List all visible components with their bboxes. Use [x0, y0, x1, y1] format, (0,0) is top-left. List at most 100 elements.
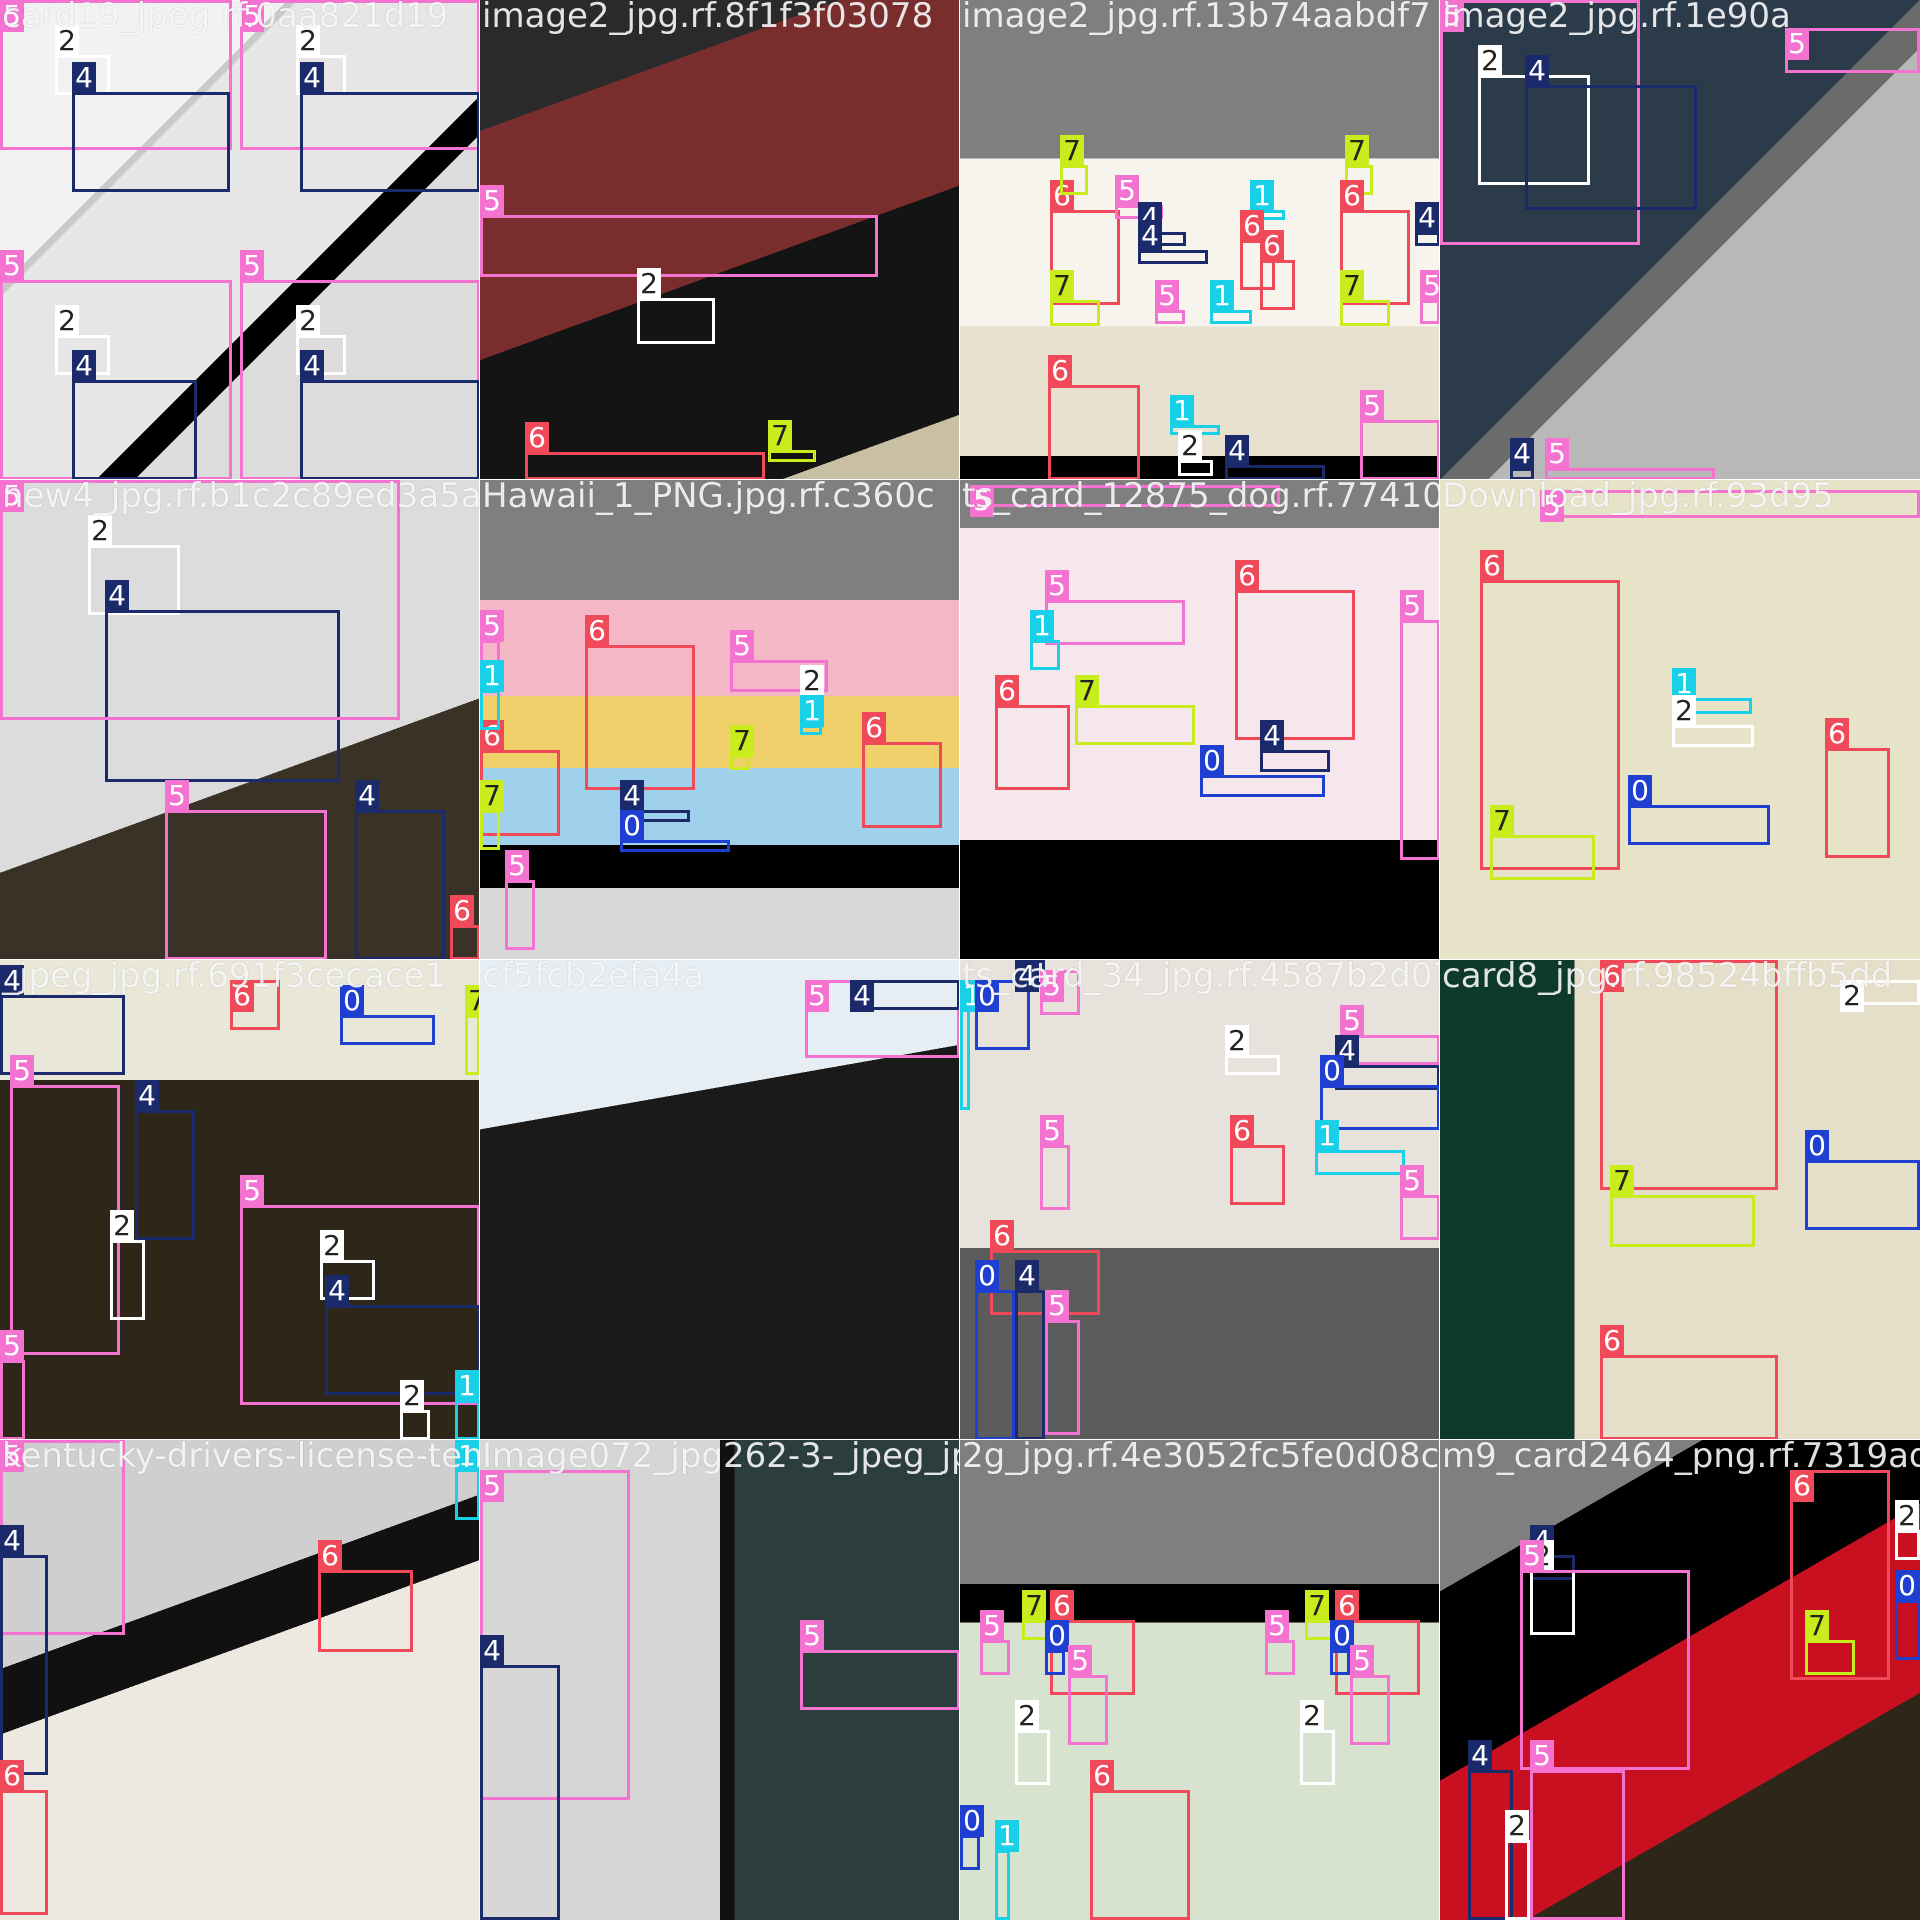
- bounding-box-class-6: 6: [1825, 718, 1890, 858]
- bounding-box-label: 5: [1040, 1115, 1064, 1147]
- bounding-box-class-1: 1: [960, 980, 984, 1110]
- bounding-box-class-0: 0: [975, 1260, 1015, 1440]
- bounding-box-label: 6: [1260, 230, 1284, 262]
- bounding-box-class-6: 6: [862, 712, 942, 828]
- bounding-box-class-2: 2: [1895, 1500, 1920, 1560]
- bounding-box-label: 1: [455, 1370, 479, 1402]
- bounding-box-class-2: 2: [400, 1380, 430, 1440]
- bounding-box-class-5: 5: [800, 1620, 960, 1710]
- bounding-box-class-4: 4: [1525, 55, 1697, 210]
- bounding-box-class-2: 2: [1015, 1700, 1050, 1785]
- bounding-box-label: 5: [0, 1330, 24, 1362]
- bounding-box-label: 4: [72, 350, 96, 382]
- bounding-box-class-1: 1: [1030, 610, 1060, 670]
- bounding-box-label: 7: [730, 725, 754, 757]
- bounding-box-label: 4: [1468, 1740, 1492, 1772]
- bounding-box-class-1: 1: [1315, 1120, 1405, 1175]
- bounding-box-class-4: 4: [1138, 220, 1208, 264]
- bounding-box-label: 0: [1320, 1055, 1344, 1087]
- bounding-box-label: 6: [1600, 1325, 1624, 1357]
- bounding-box-label: 4: [1015, 960, 1039, 992]
- bounding-box-label: 0: [1805, 1130, 1829, 1162]
- bounding-box-label: 0: [960, 1805, 984, 1837]
- bounding-box-label: 5: [480, 185, 504, 217]
- bounding-box-label: 4: [355, 780, 379, 812]
- bounding-box-class-6: 6: [1090, 1760, 1190, 1920]
- detection-mosaic: 5 2 4 5 2 4 5 2 4 5 2 4 card19_jpeg.rf.0aa821d19 5 2 6 7…: [0, 0, 1920, 1920]
- bounding-box-label: 4: [1415, 202, 1439, 234]
- bounding-box-label: 2: [1840, 980, 1864, 1012]
- bounding-box-label: 4: [0, 965, 24, 997]
- bounding-box-label: 0: [1895, 1570, 1919, 1602]
- bounding-box-class-5: 5: [980, 1610, 1010, 1675]
- bounding-box-class-4: 4: [1510, 438, 1534, 480]
- bounding-box-label: 5: [0, 250, 24, 282]
- bounding-box-class-5: 5: [1545, 438, 1715, 480]
- bounding-box-label: 4: [1525, 55, 1549, 87]
- bounding-box-class-6: 6: [525, 422, 765, 480]
- bounding-box-class-5: 5: [1400, 590, 1440, 860]
- bounding-box-label: 6: [1340, 180, 1364, 212]
- bounding-box-label: 2: [1895, 1500, 1919, 1532]
- bounding-box-label: 5: [1265, 1610, 1289, 1642]
- bounding-box-label: 5: [1115, 175, 1139, 207]
- bounding-box-class-6: 6: [1235, 560, 1355, 740]
- bounding-box-label: 5: [1400, 1165, 1424, 1197]
- bounding-box-label: 6: [995, 675, 1019, 707]
- bounding-box-label: 4: [480, 1635, 504, 1667]
- bounding-box-label: 6: [1230, 1115, 1254, 1147]
- bounding-box-class-6: 6: [318, 1540, 413, 1652]
- bounding-box-label: 5: [1440, 0, 1464, 32]
- bounding-box-class-2: 2: [637, 268, 715, 344]
- bounding-box-label: 7: [1075, 675, 1099, 707]
- bounding-box-label: 1: [480, 660, 504, 692]
- bounding-box-label: 2: [320, 1230, 344, 1262]
- bounding-box-class-5: 5: [1350, 1645, 1390, 1745]
- bounding-box-label: 1: [1250, 180, 1274, 212]
- bounding-box-label: 5: [1785, 28, 1809, 60]
- bounding-box-label: 5: [1400, 590, 1424, 622]
- bounding-box-label: 7: [1305, 1590, 1329, 1622]
- bounding-box-class-5: 5: [970, 485, 1280, 517]
- bounding-box-label: 2: [1672, 695, 1696, 727]
- bounding-box-class-0: 0: [960, 1805, 984, 1870]
- bounding-box-class-6: 6: [1048, 355, 1140, 480]
- bounding-box-class-4: 4: [355, 780, 445, 960]
- bounding-box-label: 7: [1805, 1610, 1829, 1642]
- bounding-box-label: 2: [1300, 1700, 1324, 1732]
- bounding-box-class-1: 1: [455, 1370, 480, 1440]
- bounding-box-label: 6: [1235, 560, 1259, 592]
- bounding-box-label: 5: [1350, 1645, 1374, 1677]
- bounding-box-label: 4: [135, 1080, 159, 1112]
- mosaic-tile: 5 4 5 Image072_jpg262-3-_jpeg_jpg: [479, 1439, 961, 1920]
- bounding-box-class-4: 4: [850, 980, 960, 1012]
- bounding-box-label: 2: [637, 268, 661, 300]
- bounding-box-label: 5: [505, 850, 529, 882]
- bounding-box-label: 1: [1315, 1120, 1339, 1152]
- mosaic-tile: 6 7 7 5 4 4 1 6 6 5 1 7 6 7 4 5 6 5 1 2 4 image2_jpg.rf.13b74…: [959, 0, 1441, 481]
- bounding-box-class-2: 2: [1225, 1025, 1280, 1075]
- mosaic-tile: 556167405ts_card_12875_dog.rf.774101f0: [959, 479, 1441, 961]
- bounding-box-label: 7: [465, 985, 480, 1017]
- bounding-box-label: 7: [1610, 1165, 1634, 1197]
- bounding-box-label: 6: [230, 980, 254, 1012]
- bounding-box-class-4: 4: [1015, 1260, 1045, 1440]
- bounding-box-class-6: 6: [1600, 960, 1778, 1190]
- bounding-box-class-5: 5: [165, 780, 327, 960]
- bounding-box-label: 4: [620, 780, 644, 812]
- bounding-box-label: 7: [1490, 805, 1514, 837]
- mosaic-tile: 5 6 1 2 6 0 7 Download_jpg.rf.93d95: [1439, 479, 1920, 961]
- bounding-box-label: 5: [240, 1175, 264, 1207]
- bounding-box-label: 6: [1335, 1590, 1359, 1622]
- bounding-box-class-5: 5: [0, 1330, 25, 1440]
- bounding-box-label: 0: [1045, 1620, 1069, 1652]
- bounding-box-class-0: 0: [1895, 1570, 1920, 1660]
- bounding-box-label: 7: [1022, 1590, 1046, 1622]
- bounding-box-label: 5: [1540, 490, 1564, 522]
- bounding-box-label: 6: [318, 1540, 342, 1572]
- bounding-box-label: 0: [975, 1260, 999, 1292]
- bounding-box-class-4: 4: [300, 62, 480, 192]
- bounding-box-label: 6: [1090, 1760, 1114, 1792]
- bounding-box-label: 6: [0, 1760, 24, 1792]
- bounding-box-label: 2: [110, 1210, 134, 1242]
